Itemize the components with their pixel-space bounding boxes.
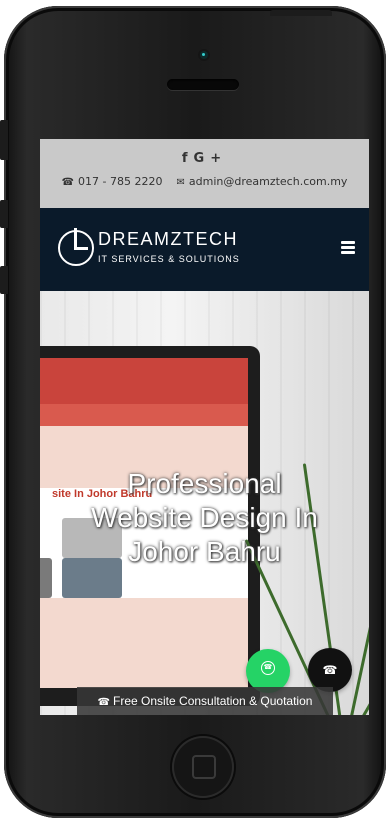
- hero-title-line-3: Johor Bahru: [128, 536, 281, 567]
- phone-number: 017 - 785 2220: [78, 175, 163, 188]
- phone-icon: ☎: [97, 697, 110, 708]
- phone-screen: fG+ ☎ 017 - 785 2220 ✉ admin@dreamztech.co…: [40, 139, 369, 715]
- logo-name: DREAMZTECH: [98, 229, 238, 249]
- phone-link[interactable]: ☎ 017 - 785 2220: [62, 175, 163, 188]
- email-address: admin@dreamztech.com.my: [188, 175, 348, 188]
- whatsapp-icon: ☎: [261, 661, 275, 675]
- hero-title-line-1: Professional: [127, 468, 282, 499]
- phone-icon: ☎: [61, 177, 75, 188]
- hero-title: Professional Website Design In Johor Bah…: [40, 467, 369, 569]
- clock-logo-icon: [58, 228, 94, 266]
- envelope-icon: ✉: [176, 177, 185, 188]
- social-links: fG+: [40, 139, 369, 166]
- site-logo[interactable]: DREAMZTECH IT SERVICES & SOLUTIONS: [58, 228, 248, 270]
- hero-title-line-2: Website Design In: [91, 502, 318, 533]
- volume-up-button: [0, 200, 8, 228]
- consultation-cta-button[interactable]: ☎ Free Onsite Consultation & Quotation: [77, 687, 333, 715]
- email-link[interactable]: ✉ admin@dreamztech.com.my: [176, 175, 347, 188]
- top-contact-bar: fG+ ☎ 017 - 785 2220 ✉ admin@dreamztech.co…: [40, 139, 369, 208]
- earpiece-speaker: [167, 79, 239, 90]
- call-button[interactable]: ☎: [308, 648, 352, 692]
- google-plus-icon[interactable]: G+: [194, 151, 228, 166]
- home-button: [172, 736, 234, 798]
- phone-icon: ☎: [322, 663, 338, 677]
- logo-tagline: IT SERVICES & SOLUTIONS: [98, 254, 240, 264]
- volume-down-button: [0, 266, 8, 294]
- phone-frame: fG+ ☎ 017 - 785 2220 ✉ admin@dreamztech.co…: [4, 6, 386, 818]
- contact-info: ☎ 017 - 785 2220 ✉ admin@dreamztech.com.my: [40, 175, 369, 188]
- hamburger-menu-icon[interactable]: [341, 241, 355, 254]
- site-navbar: DREAMZTECH IT SERVICES & SOLUTIONS: [40, 208, 369, 291]
- front-camera: [200, 51, 208, 59]
- power-button: [270, 10, 332, 16]
- cta-label: Free Onsite Consultation & Quotation: [113, 694, 313, 708]
- facebook-icon[interactable]: f: [182, 151, 194, 166]
- mute-switch: [0, 120, 8, 160]
